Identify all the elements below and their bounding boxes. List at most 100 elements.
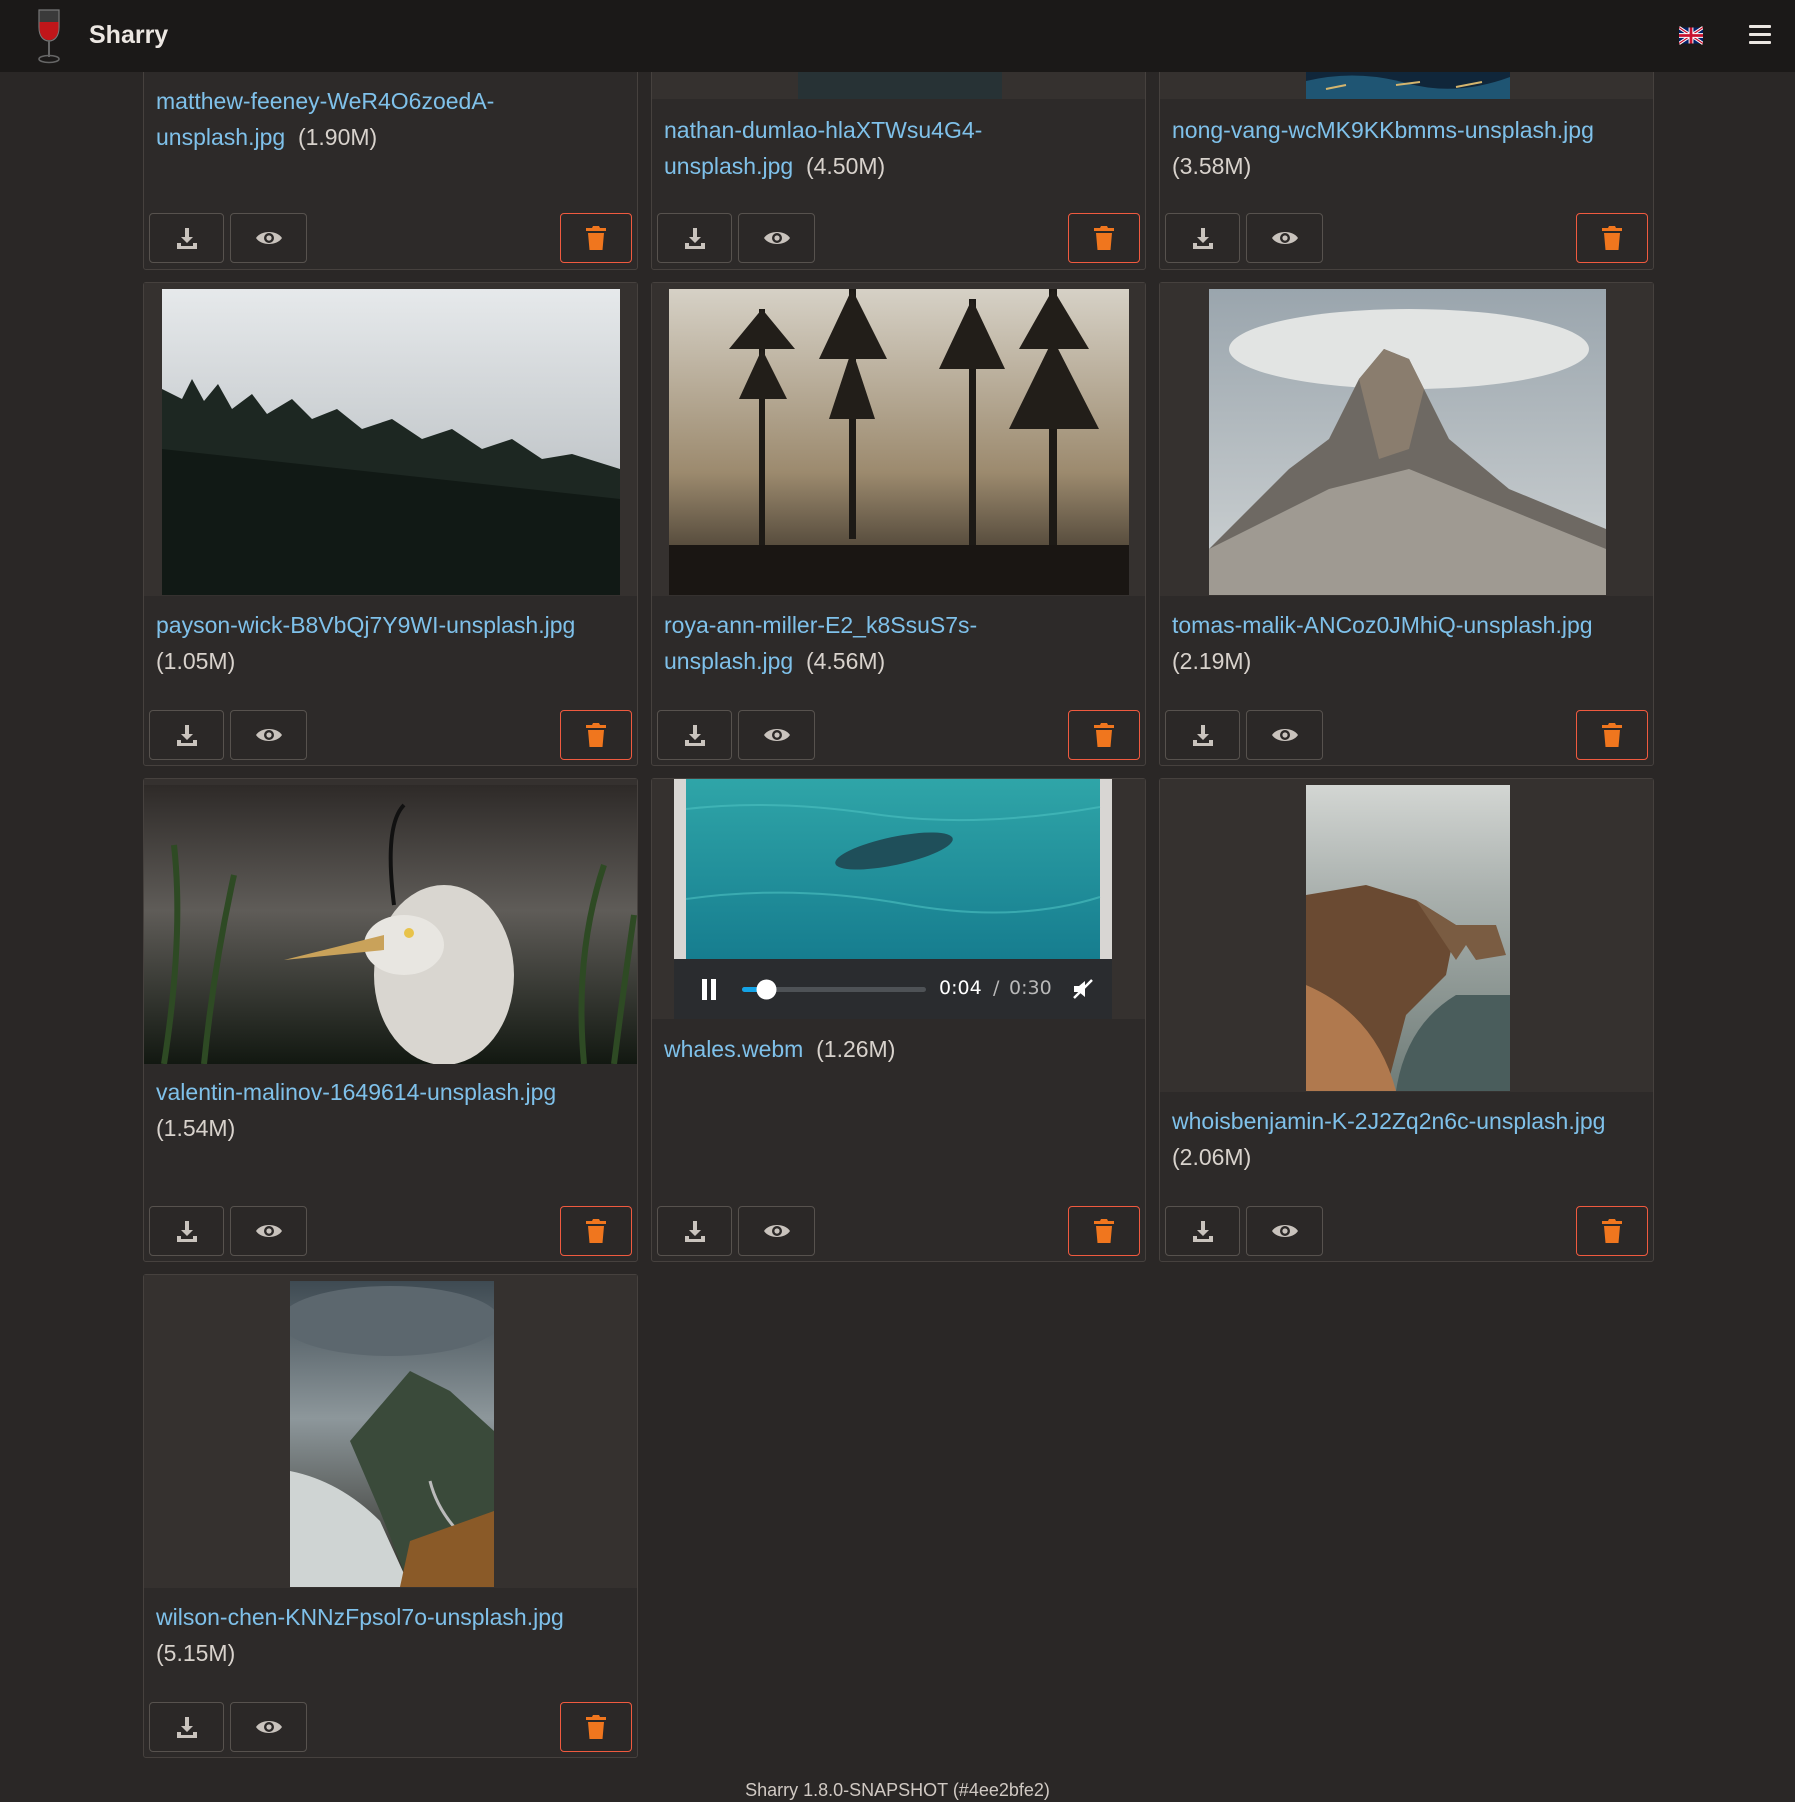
preview-button[interactable]: [738, 710, 815, 760]
eye-icon: [763, 729, 790, 741]
image-thumbnail[interactable]: [144, 779, 637, 1064]
video-player[interactable]: 0:04 / 0:30: [652, 779, 1145, 1019]
preview-button[interactable]: [230, 1206, 307, 1256]
wine-glass-icon[interactable]: [34, 9, 64, 65]
download-button[interactable]: [149, 1702, 224, 1752]
preview-button[interactable]: [738, 213, 815, 263]
download-icon: [1192, 1221, 1213, 1242]
file-link[interactable]: tomas-malik-ANCoz0JMhiQ-unsplash.jpg: [1172, 612, 1593, 638]
preview-button[interactable]: [1246, 1206, 1323, 1256]
image-thumbnail[interactable]: [652, 283, 1145, 596]
download-icon: [176, 228, 197, 249]
file-link[interactable]: whales.webm: [664, 1036, 803, 1062]
image-thumbnail[interactable]: [144, 1275, 637, 1588]
preview-button[interactable]: [230, 1702, 307, 1752]
trash-icon: [1094, 226, 1114, 250]
trash-icon: [586, 1715, 606, 1739]
file-info: whoisbenjamin-K-2J2Zq2n6c-unsplash.jpg (…: [1172, 1103, 1612, 1175]
file-link[interactable]: wilson-chen-KNNzFpsol7o-unsplash.jpg: [156, 1604, 564, 1630]
download-icon: [684, 725, 705, 746]
image-thumbnail[interactable]: [1160, 779, 1653, 1092]
file-size: (5.15M): [156, 1640, 236, 1666]
eye-icon: [1271, 729, 1298, 741]
file-link[interactable]: valentin-malinov-1649614-unsplash.jpg: [156, 1079, 556, 1105]
file-card: whoisbenjamin-K-2J2Zq2n6c-unsplash.jpg (…: [1159, 778, 1654, 1262]
delete-button[interactable]: [560, 1702, 632, 1752]
eye-icon: [255, 232, 282, 244]
trash-icon: [1094, 1219, 1114, 1243]
file-info: nathan-dumlao-hlaXTWsu4G4-unsplash.jpg (…: [664, 112, 1104, 184]
eye-icon: [1271, 1225, 1298, 1237]
download-button[interactable]: [1165, 710, 1240, 760]
trash-icon: [1094, 723, 1114, 747]
download-button[interactable]: [657, 1206, 732, 1256]
delete-button[interactable]: [560, 1206, 632, 1256]
image-thumbnail[interactable]: [1160, 283, 1653, 596]
download-button[interactable]: [1165, 213, 1240, 263]
file-info: tomas-malik-ANCoz0JMhiQ-unsplash.jpg (2.…: [1172, 607, 1612, 679]
preview-button[interactable]: [1246, 213, 1323, 263]
image-thumbnail[interactable]: [144, 283, 637, 596]
file-size: (2.06M): [1172, 1144, 1252, 1170]
delete-button[interactable]: [1068, 710, 1140, 760]
file-size: (1.54M): [156, 1115, 236, 1141]
download-icon: [684, 228, 705, 249]
file-info: nong-vang-wcMK9KKbmms-unsplash.jpg (3.58…: [1172, 112, 1612, 184]
preview-button[interactable]: [230, 213, 307, 263]
preview-button[interactable]: [1246, 710, 1323, 760]
file-size: (1.26M): [816, 1036, 896, 1062]
trash-icon: [586, 1219, 606, 1243]
eye-icon: [255, 729, 282, 741]
eye-icon: [763, 232, 790, 244]
video-seek-bar[interactable]: [742, 977, 926, 1001]
file-link[interactable]: payson-wick-B8VbQj7Y9WI-unsplash.jpg: [156, 612, 575, 638]
eye-icon: [255, 1721, 282, 1733]
preview-button[interactable]: [738, 1206, 815, 1256]
file-link[interactable]: nong-vang-wcMK9KKbmms-unsplash.jpg: [1172, 117, 1594, 143]
app-name[interactable]: Sharry: [89, 21, 168, 50]
file-info: matthew-feeney-WeR4O6zoedA-unsplash.jpg …: [156, 83, 596, 155]
trash-icon: [1602, 226, 1622, 250]
uk-flag-icon[interactable]: [1679, 26, 1703, 45]
delete-button[interactable]: [560, 710, 632, 760]
download-icon: [1192, 725, 1213, 746]
download-button[interactable]: [1165, 1206, 1240, 1256]
muted-speaker-icon[interactable]: [1072, 978, 1094, 1000]
file-size: (4.50M): [805, 153, 886, 179]
delete-button[interactable]: [1576, 710, 1648, 760]
delete-button[interactable]: [1576, 1206, 1648, 1256]
trash-icon: [586, 723, 606, 747]
file-info: valentin-malinov-1649614-unsplash.jpg (1…: [156, 1074, 596, 1146]
file-card: matthew-feeney-WeR4O6zoedA-unsplash.jpg …: [143, 40, 638, 270]
file-size: (1.90M): [297, 124, 378, 150]
file-info: wilson-chen-KNNzFpsol7o-unsplash.jpg (5.…: [156, 1599, 596, 1671]
preview-button[interactable]: [230, 710, 307, 760]
hamburger-menu-icon[interactable]: [1749, 25, 1771, 47]
download-icon: [176, 1717, 197, 1738]
download-button[interactable]: [149, 710, 224, 760]
download-button[interactable]: [149, 1206, 224, 1256]
download-button[interactable]: [657, 213, 732, 263]
delete-button[interactable]: [1576, 213, 1648, 263]
delete-button[interactable]: [1068, 213, 1140, 263]
pause-icon[interactable]: [701, 979, 717, 1000]
eye-icon: [1271, 232, 1298, 244]
download-icon: [684, 1221, 705, 1242]
delete-button[interactable]: [560, 213, 632, 263]
file-link[interactable]: whoisbenjamin-K-2J2Zq2n6c-unsplash.jpg: [1172, 1108, 1605, 1134]
trash-icon: [1602, 723, 1622, 747]
eye-icon: [255, 1225, 282, 1237]
file-size: (2.19M): [1172, 648, 1252, 674]
video-controls: 0:04 / 0:30: [674, 959, 1112, 1019]
file-info: roya-ann-miller-E2_k8SsuS7s-unsplash.jpg…: [664, 607, 1104, 679]
top-navbar: Sharry: [0, 0, 1795, 72]
file-size: (4.56M): [805, 648, 886, 674]
download-button[interactable]: [657, 710, 732, 760]
file-card: wilson-chen-KNNzFpsol7o-unsplash.jpg (5.…: [143, 1274, 638, 1758]
download-icon: [1192, 228, 1213, 249]
delete-button[interactable]: [1068, 1206, 1140, 1256]
trash-icon: [586, 226, 606, 250]
file-card: 0:04 / 0:30 whales.webm (1.26M): [651, 778, 1146, 1262]
download-button[interactable]: [149, 213, 224, 263]
video-time-separator: /: [993, 977, 1000, 999]
